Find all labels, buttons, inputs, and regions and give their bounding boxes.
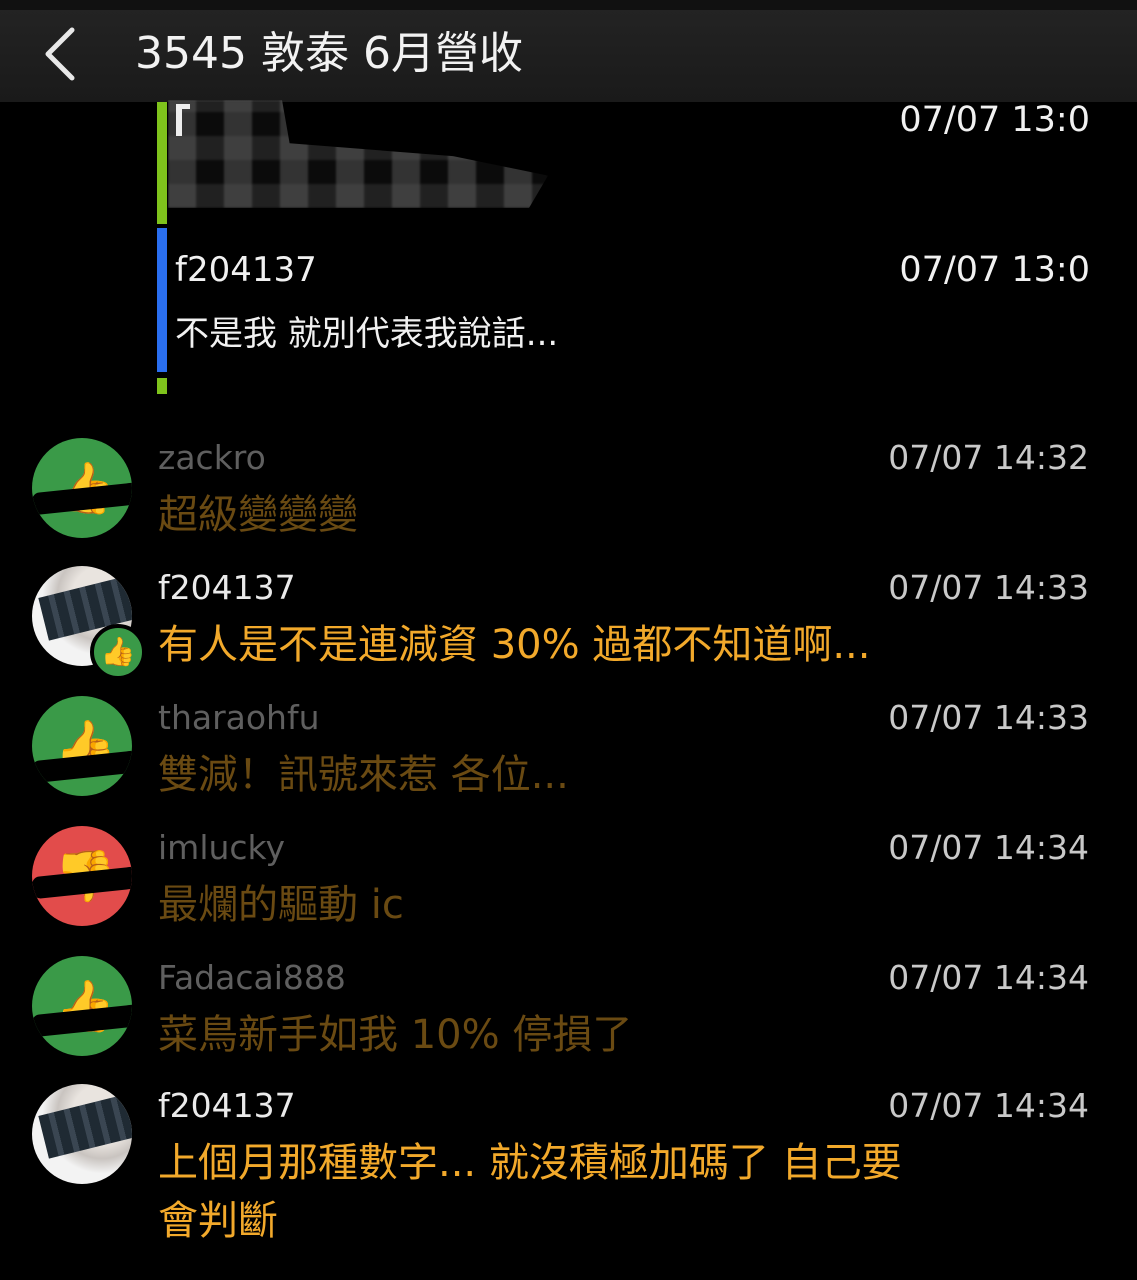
- avatar[interactable]: [32, 1084, 132, 1184]
- quote-text: 不是我 就別代表我說話...: [175, 314, 559, 354]
- comment-item[interactable]: 👍 f204137 07/07 14:33 有人是不是連減資 30% 過都不知道…: [0, 560, 1137, 688]
- top-bar: 3545 敦泰 6月營收: [0, 0, 1137, 102]
- comment-item[interactable]: 👎 imlucky 07/07 14:34 最爛的驅動 ic: [0, 820, 1137, 948]
- back-button[interactable]: [34, 24, 90, 84]
- quote-bar-green: [157, 102, 167, 224]
- quote-timestamp: 07/07 13:0: [899, 100, 1090, 140]
- comment-item[interactable]: f204137 07/07 14:34 上個月那種數字... 就沒積極加碼了 自…: [0, 1080, 1137, 1270]
- comment-text: 菜鳥新手如我 10% 停損了: [158, 1012, 633, 1058]
- quote-username[interactable]: f204137: [175, 250, 317, 290]
- comment-username[interactable]: tharaohfu: [158, 698, 320, 738]
- comment-username[interactable]: imlucky: [158, 828, 285, 868]
- avatar-photo: [38, 1089, 132, 1159]
- quote-timestamp: 07/07 13:0: [899, 250, 1090, 290]
- thumbs-up-icon: 👍: [90, 624, 146, 680]
- comment-item[interactable]: 👍 Fadacai888 07/07 14:34 菜鳥新手如我 10% 停損了: [0, 950, 1137, 1078]
- redacted-quote: [168, 100, 548, 208]
- comment-timestamp: 07/07 14:33: [888, 568, 1089, 607]
- comment-timestamp: 07/07 14:34: [888, 1086, 1089, 1125]
- comment-text: 超級變變變: [158, 492, 358, 538]
- comment-username[interactable]: Fadacai888: [158, 958, 346, 998]
- comment-timestamp: 07/07 14:33: [888, 698, 1089, 737]
- page-title: 3545 敦泰 6月營收: [135, 28, 523, 79]
- comment-text: 會判斷: [158, 1198, 278, 1244]
- comment-timestamp: 07/07 14:34: [888, 958, 1089, 997]
- avatar[interactable]: 👍: [32, 696, 132, 796]
- comment-username[interactable]: f204137: [158, 1086, 296, 1126]
- comment-username[interactable]: f204137: [158, 568, 296, 608]
- comment-timestamp: 07/07 14:34: [888, 828, 1089, 867]
- comment-text: 最爛的驅動 ic: [158, 882, 404, 928]
- quote-bar-green-end: [157, 378, 167, 394]
- comment-text: 上個月那種數字... 就沒積極加碼了 自己要: [158, 1140, 902, 1186]
- avatar[interactable]: 👍: [32, 956, 132, 1056]
- redacted-mark: [176, 104, 190, 109]
- comment-item[interactable]: 👍 zackro 07/07 14:32 超級變變變: [0, 430, 1137, 558]
- comment-timestamp: 07/07 14:32: [888, 438, 1089, 477]
- avatar[interactable]: 👎: [32, 826, 132, 926]
- avatar[interactable]: 👍: [32, 438, 132, 538]
- quote-bar-blue: [157, 228, 167, 372]
- comment-text: 有人是不是連減資 30% 過都不知道啊...: [158, 622, 871, 668]
- chevron-left-icon: [45, 27, 75, 81]
- comment-text: 雙減！訊號來惹 各位...: [158, 752, 569, 798]
- screen: 3545 敦泰 6月營收 07/07 13:0 f204137 07/07 13…: [0, 0, 1137, 1280]
- comment-username[interactable]: zackro: [158, 438, 266, 478]
- comment-item[interactable]: 👍 tharaohfu 07/07 14:33 雙減！訊號來惹 各位...: [0, 690, 1137, 818]
